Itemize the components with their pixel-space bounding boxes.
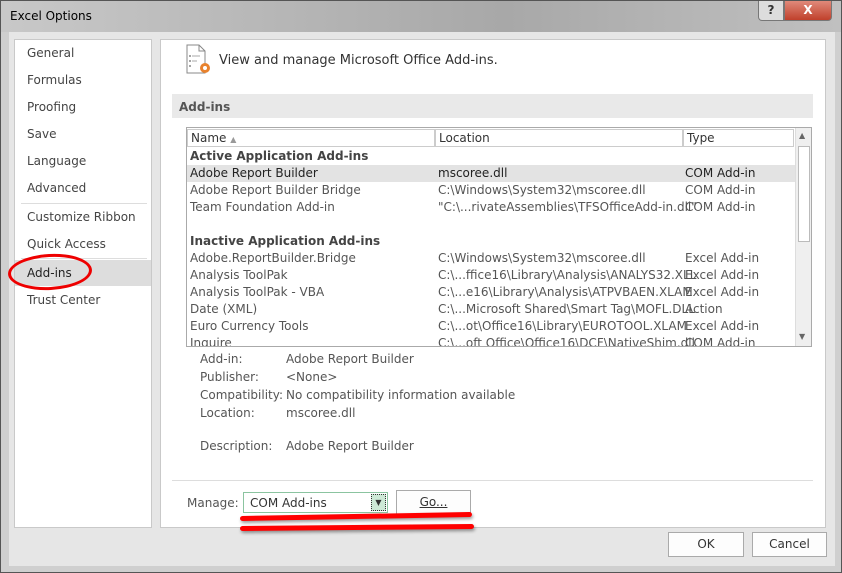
addin-name: Adobe Report Builder Bridge (190, 183, 361, 197)
manage-dropdown[interactable]: COM Add-ins ▼ (243, 492, 388, 513)
addins-document-gear-icon (186, 44, 210, 74)
column-header-name[interactable]: Name ▲ (187, 129, 435, 147)
divider (172, 480, 813, 481)
title-bar: Excel Options ? X (1, 1, 841, 32)
addin-name: Adobe.ReportBuilder.Bridge (190, 251, 356, 265)
group-header-inactive: Inactive Application Add-ins (187, 233, 795, 250)
sidebar-item-trust-center[interactable]: Trust Center (15, 287, 151, 313)
addin-location: mscoree.dll (438, 166, 508, 180)
column-header-location[interactable]: Location (435, 129, 683, 147)
window-title: Excel Options (10, 9, 92, 23)
detail-value-compatibility: No compatibility information available (286, 388, 516, 402)
detail-label-addin: Add-in: (200, 352, 243, 366)
group-label: Active Application Add-ins (190, 149, 369, 163)
addin-row[interactable]: Adobe Report Builder mscoree.dll COM Add-i… (187, 165, 795, 182)
addin-row[interactable]: Adobe.ReportBuilder.Bridge C:\Windows\Sys… (187, 250, 795, 267)
addin-location: C:\...ot\Office16\Library\EUROTOOL.XLAM (438, 319, 687, 333)
sidebar-item-proofing[interactable]: Proofing (15, 94, 151, 120)
addin-row[interactable]: Euro Currency Tools C:\...ot\Office16\Lib… (187, 318, 795, 335)
addin-row[interactable]: Analysis ToolPak - VBA C:\...e16\Library\… (187, 284, 795, 301)
addin-location: C:\Windows\System32\mscoree.dll (438, 251, 646, 265)
addin-type: Action (685, 302, 723, 316)
sidebar-item-quick-access-toolbar[interactable]: Quick Access Toolbar (15, 231, 151, 277)
help-button[interactable]: ? (758, 1, 784, 21)
scroll-down-icon[interactable]: ▼ (799, 332, 805, 341)
column-header-type[interactable]: Type (683, 129, 794, 147)
sidebar-item-general[interactable]: General (15, 40, 151, 66)
ok-button[interactable]: OK (668, 532, 744, 557)
section-header: Add-ins (172, 94, 813, 118)
detail-value-publisher: <None> (286, 370, 338, 384)
addin-type: Excel Add-in (685, 251, 760, 265)
scrollbar-thumb[interactable] (798, 146, 810, 242)
addin-row[interactable]: Adobe Report Builder Bridge C:\Windows\Sy… (187, 182, 795, 199)
scroll-up-icon[interactable]: ▲ (799, 131, 805, 140)
addin-row[interactable]: Inquire C:\...oft Office\Office16\DCF\Nat… (187, 335, 795, 347)
addin-type: Excel Add-in (685, 268, 760, 282)
addin-row[interactable]: Date (XML) C:\...Microsoft Shared\Smart T… (187, 301, 795, 318)
manage-dropdown-value: COM Add-ins (250, 496, 327, 510)
sidebar-item-advanced[interactable]: Advanced (15, 175, 151, 201)
addin-name: Team Foundation Add-in (190, 200, 335, 214)
addin-type: COM Add-in (685, 336, 756, 347)
addin-location: C:\...ffice16\Library\Analysis\ANALYS32.… (438, 268, 697, 282)
addin-type: COM Add-in (685, 183, 756, 197)
sidebar-item-language[interactable]: Language (15, 148, 151, 174)
addin-type: Excel Add-in (685, 319, 760, 333)
addin-location: C:\...e16\Library\Analysis\ATPVBAEN.XLAM (438, 285, 693, 299)
detail-label-location: Location: (200, 406, 255, 420)
addins-table: Name ▲ Location Type Active Application … (186, 127, 812, 347)
addin-location: C:\...Microsoft Shared\Smart Tag\MOFL.DL… (438, 302, 695, 316)
addin-type: COM Add-in (685, 166, 756, 180)
addin-row[interactable]: Analysis ToolPak C:\...ffice16\Library\An… (187, 267, 795, 284)
sidebar-item-customize-ribbon[interactable]: Customize Ribbon (15, 204, 151, 230)
addin-name: Analysis ToolPak (190, 268, 288, 282)
detail-value-description: Adobe Report Builder (286, 439, 414, 453)
sidebar-item-formulas[interactable]: Formulas (15, 67, 151, 93)
addin-location: "C:\...rivateAssemblies\TFSOfficeAdd-in.… (438, 200, 697, 214)
sidebar-item-save[interactable]: Save (15, 121, 151, 147)
addin-name: Date (XML) (190, 302, 258, 316)
page-header: View and manage Microsoft Office Add-ins… (219, 53, 498, 68)
addin-row[interactable]: Team Foundation Add-in "C:\...rivateAssem… (187, 199, 795, 216)
addin-name: Inquire (190, 336, 232, 347)
close-button[interactable]: X (784, 1, 832, 21)
detail-value-location: mscoree.dll (286, 406, 356, 420)
detail-label-compatibility: Compatibility: (200, 388, 284, 402)
detail-label-description: Description: (200, 439, 273, 453)
addin-type: COM Add-in (685, 200, 756, 214)
group-header-active: Active Application Add-ins (187, 148, 795, 165)
addin-location: C:\Windows\System32\mscoree.dll (438, 183, 646, 197)
sort-ascending-icon: ▲ (230, 135, 237, 144)
addin-name: Adobe Report Builder (190, 166, 318, 180)
addin-location: C:\...oft Office\Office16\DCF\NativeShim… (438, 336, 695, 347)
addin-name: Analysis ToolPak - VBA (190, 285, 325, 299)
addin-type: Excel Add-in (685, 285, 760, 299)
chevron-down-icon[interactable]: ▼ (371, 494, 386, 511)
name-header-label: Name (191, 131, 227, 145)
cancel-button[interactable]: Cancel (752, 532, 827, 557)
addin-name: Euro Currency Tools (190, 319, 309, 333)
vertical-scrollbar[interactable]: ▲ ▼ (795, 128, 811, 346)
manage-label: Manage: (187, 496, 239, 510)
detail-label-publisher: Publisher: (200, 370, 259, 384)
group-label: Inactive Application Add-ins (190, 234, 381, 248)
detail-value-addin: Adobe Report Builder (286, 352, 414, 366)
